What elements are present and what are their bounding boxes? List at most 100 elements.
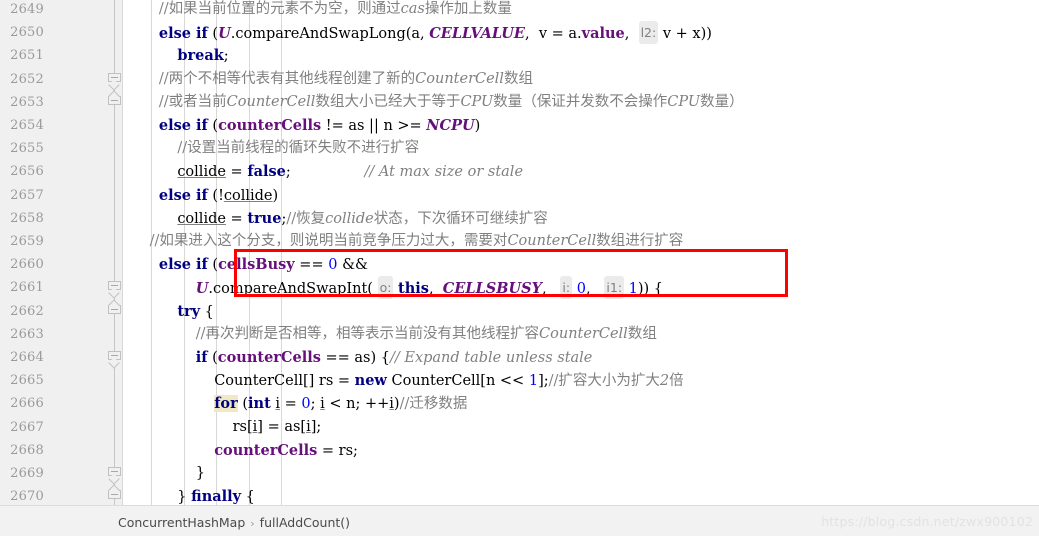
- code-line[interactable]: else if (!collide): [122, 184, 278, 207]
- code-line[interactable]: break;: [122, 44, 229, 67]
- code-token: CounterCell: [539, 325, 628, 342]
- code-token: counterCells: [218, 117, 322, 134]
- code-token: //或者当前: [158, 93, 227, 110]
- line-number: 2655: [10, 141, 44, 157]
- code-token: ] = as[: [257, 418, 307, 435]
- breadcrumb-bar: ConcurrentHashMap › fullAddCount() https:/…: [0, 505, 1039, 536]
- code-line[interactable]: CounterCell[] rs = new CounterCell[n << …: [122, 369, 683, 392]
- code-token: finally: [191, 488, 242, 505]
- fold-marker-2669[interactable]: [108, 467, 121, 485]
- code-line[interactable]: rs[i] = as[i];: [122, 416, 322, 439]
- breadcrumb-class[interactable]: ConcurrentHashMap: [118, 515, 245, 530]
- code-editor-window: 2649 2650 2651 2652 2653 2654 2655 2656 2657 2658…: [0, 0, 1039, 536]
- code-line[interactable]: collide = true;//恢复collide状态，下次循环可继续扩容: [122, 207, 547, 230]
- code-token: for: [214, 395, 238, 413]
- fold-marker-2653[interactable]: [108, 90, 121, 109]
- collapse-icon: [111, 494, 118, 496]
- code-token: ,: [428, 281, 443, 298]
- code-token: //再次判断是否相等，相等表示当前没有其他线程扩容: [195, 325, 540, 342]
- code-token: =: [280, 396, 302, 413]
- code-token: (: [207, 118, 219, 134]
- breadcrumb[interactable]: ConcurrentHashMap › fullAddCount(): [118, 515, 350, 530]
- code-token: )) {: [637, 281, 664, 298]
- code-token: // At max size or stale: [364, 164, 524, 181]
- code-token: ;: [223, 48, 229, 65]
- code-line[interactable]: //或者当前CounterCell数组大小已经大于等于CPU数量（保证并发数不会…: [122, 91, 744, 114]
- line-number: 2663: [10, 326, 44, 342]
- code-token: ,: [624, 26, 639, 43]
- code-token: ==: [294, 257, 329, 274]
- code-token: collide: [325, 210, 374, 227]
- code-line[interactable]: } finally {: [122, 485, 255, 505]
- code-line[interactable]: //设置当前线程的循环失败不进行扩容: [122, 137, 419, 160]
- code-token: //设置当前线程的循环失败不进行扩容: [177, 140, 420, 157]
- code-token: CPU: [460, 93, 494, 110]
- fold-marker-2662[interactable]: [108, 298, 121, 318]
- code-token: counterCells: [217, 349, 321, 366]
- breadcrumb-method[interactable]: fullAddCount(): [260, 515, 350, 530]
- line-number: 2665: [10, 373, 44, 389]
- code-line[interactable]: U.compareAndSwapInt( o: this, CELLSBUSY,…: [122, 276, 664, 300]
- code-token: collide: [177, 164, 226, 181]
- fold-marker-2670[interactable]: [108, 484, 121, 503]
- code-token: CounterCell[n <<: [386, 373, 529, 390]
- editor-gutter[interactable]: 2649 2650 2651 2652 2653 2654 2655 2656 2657 2658…: [0, 0, 108, 505]
- code-line[interactable]: try {: [122, 300, 214, 323]
- code-token: 1: [528, 373, 539, 390]
- code-token: //如果当前位置的元素不为空，则通过: [158, 1, 401, 17]
- code-line[interactable]: //再次判断是否相等，相等表示当前没有其他线程扩容CounterCell数组: [122, 323, 657, 346]
- breadcrumb-separator-icon: ›: [250, 517, 255, 530]
- line-number: 2658: [10, 210, 44, 226]
- code-line[interactable]: //如果进入这个分支，则说明当前竞争压力过大，需要对CounterCell数组进…: [122, 230, 684, 253]
- code-token: {: [200, 303, 214, 320]
- code-token: CPU: [667, 93, 701, 110]
- line-number: 2661: [10, 280, 44, 296]
- line-number: 2666: [10, 396, 44, 412]
- code-line[interactable]: for (int i = 0; i < n; ++i)//迁移数据: [122, 392, 467, 415]
- line-number: 2667: [10, 419, 44, 435]
- code-token: 2: [659, 373, 670, 390]
- code-line[interactable]: else if (cellsBusy == 0 &&: [122, 253, 368, 276]
- collapse-icon: [111, 99, 118, 101]
- code-token: CounterCell: [507, 233, 597, 249]
- code-line[interactable]: }: [122, 462, 205, 485]
- code-line[interactable]: //如果当前位置的元素不为空，则通过cas操作加上数量: [122, 0, 512, 21]
- code-token: else if: [158, 256, 208, 274]
- code-token: // Expand table unless stale: [389, 350, 593, 366]
- code-token: }: [122, 489, 192, 505]
- code-token: 操作加上数量: [424, 1, 512, 17]
- code-token: (: [207, 257, 219, 274]
- code-token: int: [248, 395, 271, 413]
- code-token: .compareAndSwapLong(a,: [230, 26, 430, 43]
- code-token: i:: [560, 276, 573, 300]
- code-token: value: [581, 25, 625, 43]
- code-line[interactable]: collide = false; // At max size or stale: [122, 160, 523, 183]
- fold-marker-2664[interactable]: [108, 351, 121, 369]
- code-token: , v = a.: [525, 26, 582, 43]
- code-line[interactable]: else if (U.compareAndSwapLong(a, CELLVAL…: [122, 21, 712, 45]
- code-line[interactable]: //两个不相等代表有其他线程创建了新的CounterCell数组: [122, 68, 533, 91]
- code-folding-rail[interactable]: [108, 0, 122, 505]
- code-line[interactable]: else if (counterCells != as || n >= NCPU…: [122, 114, 480, 137]
- code-line[interactable]: counterCells = rs;: [122, 439, 358, 462]
- code-token: 0: [576, 281, 586, 298]
- fold-marker-2652[interactable]: [108, 72, 121, 91]
- code-text-area[interactable]: //如果当前位置的元素不为空，则通过cas操作加上数量 else if (U.c…: [122, 0, 1039, 505]
- line-number: 2649: [10, 2, 44, 17]
- line-number: 2656: [10, 164, 44, 180]
- code-line[interactable]: if (counterCells == as) {// Expand table…: [122, 346, 593, 369]
- code-token: break: [177, 47, 224, 65]
- code-token: counterCells: [214, 441, 318, 459]
- line-number: 2669: [10, 466, 44, 481]
- code-token: v + x)): [658, 26, 712, 43]
- code-token: =: [225, 164, 248, 181]
- line-number: 2660: [10, 257, 44, 273]
- line-number: 2653: [10, 94, 44, 110]
- fold-marker-2661[interactable]: [108, 281, 121, 300]
- code-token: CELLVALUE: [429, 25, 525, 43]
